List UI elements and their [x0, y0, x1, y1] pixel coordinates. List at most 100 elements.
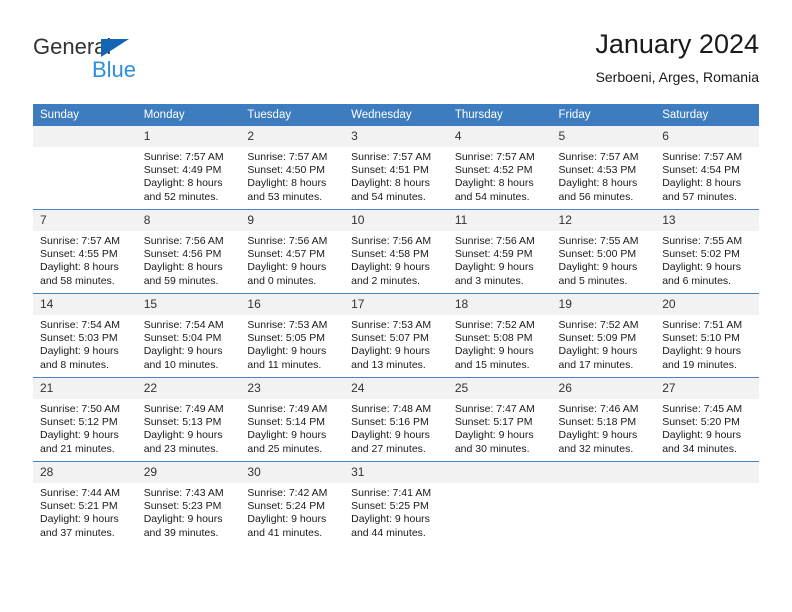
day-cell[interactable]: 8 Sunrise: 7:56 AM Sunset: 4:56 PM Daylight… [136, 210, 241, 293]
day-number: 19 [551, 294, 656, 315]
day-cell[interactable]: 1 Sunrise: 7:57 AM Sunset: 4:49 PM Daylight… [136, 126, 241, 209]
calendar-day-cell[interactable]: 11 Sunrise: 7:56 AM Sunset: 4:59 PM Dayligh… [447, 209, 552, 294]
day-number: 27 [655, 378, 759, 399]
calendar-day-cell[interactable]: 22 Sunrise: 7:49 AM Sunset: 5:13 PM Dayligh… [136, 377, 241, 462]
day-sunset-text: Sunset: 5:03 PM [40, 332, 118, 345]
calendar-day-cell[interactable]: 3 Sunrise: 7:57 AM Sunset: 4:51 PM Daylight… [344, 126, 448, 210]
calendar-day-cell[interactable]: 6 Sunrise: 7:57 AM Sunset: 4:54 PM Daylight… [655, 126, 759, 210]
calendar-day-cell[interactable]: 16 Sunrise: 7:53 AM Sunset: 5:05 PM Dayligh… [240, 293, 345, 378]
calendar-day-cell[interactable]: 1 Sunrise: 7:57 AM Sunset: 4:49 PM Daylight… [136, 126, 241, 210]
day-cell[interactable]: 27 Sunrise: 7:45 AM Sunset: 5:20 PM Dayligh… [655, 378, 759, 461]
day-cell[interactable]: 31 Sunrise: 7:41 AM Sunset: 5:25 PM Dayligh… [344, 462, 448, 545]
calendar-day-cell[interactable] [33, 126, 137, 210]
day-cell[interactable]: 20 Sunrise: 7:51 AM Sunset: 5:10 PM Dayligh… [655, 294, 759, 377]
day-daylight-text: and 6 minutes. [662, 274, 732, 287]
day-cell[interactable]: 25 Sunrise: 7:47 AM Sunset: 5:17 PM Dayligh… [447, 378, 552, 461]
calendar-day-cell[interactable]: 10 Sunrise: 7:56 AM Sunset: 4:58 PM Dayligh… [344, 209, 448, 294]
calendar-day-cell[interactable]: 26 Sunrise: 7:46 AM Sunset: 5:18 PM Dayligh… [551, 377, 656, 462]
day-cell[interactable]: 12 Sunrise: 7:55 AM Sunset: 5:00 PM Dayligh… [551, 210, 656, 293]
day-cell[interactable]: 23 Sunrise: 7:49 AM Sunset: 5:14 PM Dayligh… [240, 378, 345, 461]
calendar-day-cell[interactable]: 7 Sunrise: 7:57 AM Sunset: 4:55 PM Daylight… [33, 209, 137, 294]
calendar-day-cell[interactable] [655, 461, 759, 545]
calendar-day-cell[interactable]: 28 Sunrise: 7:44 AM Sunset: 5:21 PM Dayligh… [33, 461, 137, 545]
day-number [33, 126, 137, 147]
calendar-day-cell[interactable]: 19 Sunrise: 7:52 AM Sunset: 5:09 PM Dayligh… [551, 293, 656, 378]
calendar-body: 1 Sunrise: 7:57 AM Sunset: 4:49 PM Daylight… [33, 126, 759, 545]
day-details: Sunrise: 7:57 AM Sunset: 4:52 PM Daylight:… [448, 147, 552, 204]
day-daylight-text: and 15 minutes. [454, 358, 530, 371]
calendar-day-cell[interactable]: 5 Sunrise: 7:57 AM Sunset: 4:53 PM Daylight… [551, 126, 656, 210]
calendar-day-cell[interactable]: 18 Sunrise: 7:52 AM Sunset: 5:08 PM Dayligh… [447, 293, 552, 378]
calendar-day-cell[interactable]: 4 Sunrise: 7:57 AM Sunset: 4:52 PM Daylight… [447, 126, 552, 210]
day-sunrise-text: Sunrise: 7:57 AM [40, 235, 120, 247]
calendar-day-cell[interactable] [447, 461, 552, 545]
calendar-day-cell[interactable]: 30 Sunrise: 7:42 AM Sunset: 5:24 PM Dayligh… [240, 461, 345, 545]
calendar-header-row: Sunday Monday Tuesday Wednesday Thursday… [33, 104, 759, 126]
day-cell[interactable]: 3 Sunrise: 7:57 AM Sunset: 4:51 PM Daylight… [344, 126, 448, 209]
day-cell[interactable]: 16 Sunrise: 7:53 AM Sunset: 5:05 PM Dayligh… [240, 294, 345, 377]
day-cell[interactable]: 13 Sunrise: 7:55 AM Sunset: 5:02 PM Dayligh… [655, 210, 759, 293]
day-sunset-text: Sunset: 5:02 PM [662, 248, 740, 261]
day-details: Sunrise: 7:42 AM Sunset: 5:24 PM Daylight:… [240, 483, 344, 540]
day-sunrise-text: Sunrise: 7:52 AM [454, 319, 535, 331]
day-sunrise-text: Sunrise: 7:55 AM [558, 235, 639, 247]
calendar-day-cell[interactable]: 9 Sunrise: 7:56 AM Sunset: 4:57 PM Daylight… [240, 209, 345, 294]
day-cell[interactable]: 29 Sunrise: 7:43 AM Sunset: 5:23 PM Dayligh… [136, 462, 241, 545]
day-sunrise-text: Sunrise: 7:57 AM [558, 151, 639, 163]
day-cell[interactable]: 10 Sunrise: 7:56 AM Sunset: 4:58 PM Dayligh… [344, 210, 448, 293]
day-daylight-text: and 11 minutes. [247, 358, 322, 371]
calendar-day-cell[interactable]: 31 Sunrise: 7:41 AM Sunset: 5:25 PM Dayligh… [344, 461, 448, 545]
day-daylight-text: Daylight: 8 hours [143, 261, 223, 274]
day-daylight-text: and 41 minutes. [247, 526, 323, 539]
day-cell[interactable]: 9 Sunrise: 7:56 AM Sunset: 4:57 PM Daylight… [240, 210, 345, 293]
calendar-day-cell[interactable]: 27 Sunrise: 7:45 AM Sunset: 5:20 PM Dayligh… [655, 377, 759, 462]
day-daylight-text: Daylight: 8 hours [351, 177, 430, 190]
day-details: Sunrise: 7:56 AM Sunset: 4:58 PM Daylight:… [344, 231, 448, 288]
day-details: Sunrise: 7:54 AM Sunset: 5:04 PM Daylight:… [137, 315, 241, 372]
calendar-day-cell[interactable]: 29 Sunrise: 7:43 AM Sunset: 5:23 PM Dayligh… [136, 461, 241, 545]
calendar-day-cell[interactable]: 2 Sunrise: 7:57 AM Sunset: 4:50 PM Daylight… [240, 126, 345, 210]
calendar-day-cell[interactable]: 21 Sunrise: 7:50 AM Sunset: 5:12 PM Dayligh… [33, 377, 137, 462]
day-cell[interactable]: 24 Sunrise: 7:48 AM Sunset: 5:16 PM Dayligh… [344, 378, 448, 461]
day-cell[interactable]: 19 Sunrise: 7:52 AM Sunset: 5:09 PM Dayligh… [551, 294, 656, 377]
day-daylight-text: and 59 minutes. [143, 274, 219, 287]
day-sunrise-text: Sunrise: 7:57 AM [247, 151, 328, 163]
day-cell[interactable]: 5 Sunrise: 7:57 AM Sunset: 4:53 PM Daylight… [551, 126, 656, 209]
calendar-day-cell[interactable]: 23 Sunrise: 7:49 AM Sunset: 5:14 PM Dayligh… [240, 377, 345, 462]
day-daylight-text: and 27 minutes. [351, 442, 426, 455]
day-cell[interactable]: 7 Sunrise: 7:57 AM Sunset: 4:55 PM Daylight… [33, 210, 137, 293]
day-sunset-text: Sunset: 4:57 PM [247, 248, 326, 261]
day-cell[interactable]: 30 Sunrise: 7:42 AM Sunset: 5:24 PM Dayligh… [240, 462, 345, 545]
day-cell[interactable]: 4 Sunrise: 7:57 AM Sunset: 4:52 PM Daylight… [447, 126, 552, 209]
day-cell[interactable]: 15 Sunrise: 7:54 AM Sunset: 5:04 PM Dayligh… [136, 294, 241, 377]
day-cell[interactable]: 18 Sunrise: 7:52 AM Sunset: 5:08 PM Dayligh… [447, 294, 552, 377]
day-cell[interactable]: 26 Sunrise: 7:46 AM Sunset: 5:18 PM Dayligh… [551, 378, 656, 461]
calendar-day-cell[interactable]: 15 Sunrise: 7:54 AM Sunset: 5:04 PM Dayligh… [136, 293, 241, 378]
calendar-day-cell[interactable]: 8 Sunrise: 7:56 AM Sunset: 4:56 PM Daylight… [136, 209, 241, 294]
calendar-day-cell[interactable]: 24 Sunrise: 7:48 AM Sunset: 5:16 PM Dayligh… [344, 377, 448, 462]
day-cell[interactable]: 28 Sunrise: 7:44 AM Sunset: 5:21 PM Dayligh… [33, 462, 137, 545]
day-sunrise-text: Sunrise: 7:44 AM [40, 487, 120, 499]
day-daylight-text: and 54 minutes. [351, 190, 426, 203]
day-sunset-text: Sunset: 5:12 PM [40, 416, 118, 429]
day-sunrise-text: Sunrise: 7:51 AM [662, 319, 743, 331]
day-cell[interactable]: 11 Sunrise: 7:56 AM Sunset: 4:59 PM Dayligh… [447, 210, 552, 293]
day-number: 7 [33, 210, 137, 231]
day-cell[interactable]: 6 Sunrise: 7:57 AM Sunset: 4:54 PM Daylight… [655, 126, 759, 209]
empty-day-cell [551, 462, 656, 545]
day-sunrise-text: Sunrise: 7:56 AM [143, 235, 224, 247]
day-cell[interactable]: 21 Sunrise: 7:50 AM Sunset: 5:12 PM Dayligh… [33, 378, 137, 461]
calendar-day-cell[interactable]: 14 Sunrise: 7:54 AM Sunset: 5:03 PM Dayligh… [33, 293, 137, 378]
day-cell[interactable]: 17 Sunrise: 7:53 AM Sunset: 5:07 PM Dayligh… [344, 294, 448, 377]
day-sunset-text: Sunset: 4:55 PM [40, 248, 118, 261]
day-cell[interactable]: 22 Sunrise: 7:49 AM Sunset: 5:13 PM Dayligh… [136, 378, 241, 461]
calendar-day-cell[interactable] [551, 461, 656, 545]
calendar-day-cell[interactable]: 20 Sunrise: 7:51 AM Sunset: 5:10 PM Dayligh… [655, 293, 759, 378]
calendar-day-cell[interactable]: 13 Sunrise: 7:55 AM Sunset: 5:02 PM Dayligh… [655, 209, 759, 294]
calendar-day-cell[interactable]: 25 Sunrise: 7:47 AM Sunset: 5:17 PM Dayligh… [447, 377, 552, 462]
calendar-day-cell[interactable]: 17 Sunrise: 7:53 AM Sunset: 5:07 PM Dayligh… [344, 293, 448, 378]
calendar-day-cell[interactable]: 12 Sunrise: 7:55 AM Sunset: 5:00 PM Dayligh… [551, 209, 656, 294]
day-daylight-text: and 57 minutes. [662, 190, 737, 203]
day-cell[interactable]: 14 Sunrise: 7:54 AM Sunset: 5:03 PM Dayligh… [33, 294, 137, 377]
day-cell[interactable]: 2 Sunrise: 7:57 AM Sunset: 4:50 PM Daylight… [240, 126, 345, 209]
